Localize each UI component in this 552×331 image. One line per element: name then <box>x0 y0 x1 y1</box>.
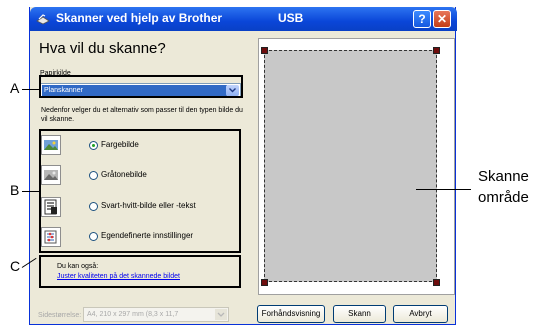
cancel-button[interactable]: Avbryt <box>393 305 448 323</box>
annotation-label-a: A <box>10 80 20 96</box>
help-button[interactable]: ? <box>413 10 431 28</box>
page-size-value: A4, 210 x 297 mm (8,3 x 11,7 <box>87 311 179 318</box>
annotation-box-b <box>39 129 241 253</box>
annotation-box-a <box>39 75 243 98</box>
annotation-leader-a <box>22 89 39 90</box>
option-description: Nedenfor velger du et alternativ som pas… <box>41 107 243 123</box>
window-title: Skanner ved hjelp av Brother <box>56 11 223 25</box>
annotation-leader-b <box>22 191 39 192</box>
title-bar[interactable]: Skanner ved hjelp av Brother USB ? ✕ <box>30 7 457 31</box>
close-button[interactable]: ✕ <box>433 10 451 28</box>
annotation-scan-area-text: Skanne område <box>478 166 529 208</box>
annotation-leader-scan-area <box>416 189 471 190</box>
chevron-down-icon[interactable] <box>215 309 227 320</box>
annotation-label-c: C <box>10 258 21 274</box>
page-size-select[interactable]: A4, 210 x 297 mm (8,3 x 11,7 <box>83 307 229 322</box>
crop-handle-top-right[interactable] <box>433 47 440 54</box>
annotation-box-c <box>39 255 241 288</box>
crop-handle-bottom-left[interactable] <box>261 279 268 286</box>
annotation-scan-area-line1: Skanne <box>478 168 529 185</box>
annotation-scan-area-line2: område <box>478 189 529 206</box>
annotation-label-b: B <box>10 182 20 198</box>
page-size-label: Sidestørrelse: <box>38 312 82 319</box>
crop-handle-bottom-right[interactable] <box>433 279 440 286</box>
scan-area[interactable] <box>264 50 437 282</box>
page-title: Hva vil du skanne? <box>39 40 166 57</box>
crop-handle-top-left[interactable] <box>261 47 268 54</box>
window-subtitle: USB <box>278 11 304 25</box>
preview-button[interactable]: Forhåndsvisning <box>257 305 325 323</box>
scan-button[interactable]: Skann <box>333 305 386 323</box>
scanner-app-icon <box>36 14 50 25</box>
